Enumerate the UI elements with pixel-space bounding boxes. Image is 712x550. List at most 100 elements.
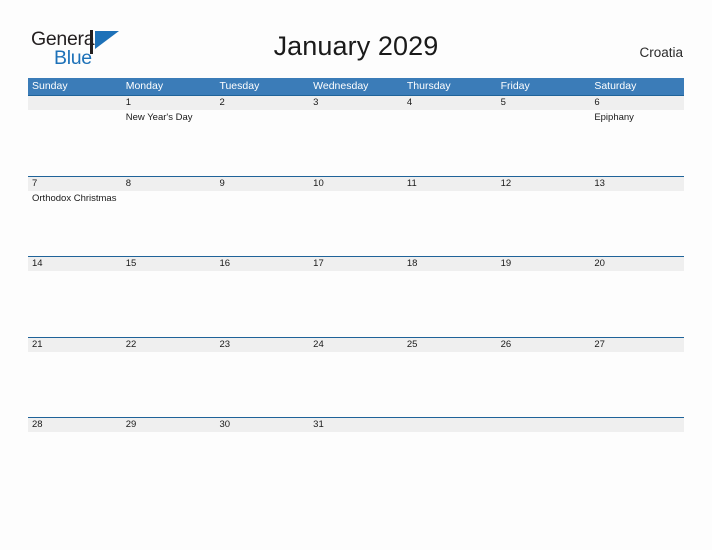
day-cell[interactable]: 19	[496, 257, 591, 337]
day-cell[interactable]: 10	[309, 176, 403, 257]
day-cell[interactable]: 27	[590, 337, 685, 418]
day-body	[121, 190, 216, 257]
week-row: 7 Orthodox Christmas 8 9 10 11 12 13	[28, 175, 685, 257]
day-body	[402, 110, 497, 176]
day-cell[interactable]: 23	[215, 337, 310, 418]
day-cell[interactable]	[496, 418, 591, 498]
day-cell[interactable]: 28	[28, 418, 122, 498]
day-body: Epiphany	[590, 110, 685, 176]
week-row: 14 15 16 17 18 19 20	[28, 256, 685, 337]
day-number	[590, 418, 685, 433]
weekday-monday: Monday	[125, 80, 164, 92]
day-cell[interactable]: 18	[402, 257, 497, 337]
day-cell[interactable]: 15	[121, 257, 216, 337]
calendar-grid: Sunday Monday Tuesday Wednesday Thursday…	[28, 78, 685, 498]
day-body	[309, 110, 403, 176]
day-number: 7	[28, 176, 122, 191]
day-number: 3	[309, 96, 403, 110]
day-body	[121, 432, 216, 498]
day-body	[590, 271, 685, 337]
day-body	[215, 190, 310, 257]
day-number: 6	[590, 96, 685, 110]
day-cell[interactable]	[402, 418, 497, 498]
week-row: 28 29 30 31	[28, 417, 685, 498]
day-body	[309, 190, 403, 257]
day-number: 1	[121, 96, 216, 110]
day-cell[interactable]	[28, 96, 122, 176]
day-number: 11	[402, 176, 497, 191]
day-body	[28, 271, 122, 337]
day-cell[interactable]: 24	[309, 337, 403, 418]
weekday-saturday: Saturday	[594, 80, 637, 92]
day-cell[interactable]: 20	[590, 257, 685, 337]
day-number: 16	[215, 257, 310, 272]
day-number: 10	[309, 176, 403, 191]
page-title: January 2029	[273, 31, 439, 61]
weekday-friday: Friday	[500, 80, 530, 92]
event-label: Epiphany	[594, 112, 634, 123]
day-cell[interactable]: 29	[121, 418, 216, 498]
day-number: 14	[28, 257, 122, 272]
day-cell[interactable]: 3	[309, 96, 403, 176]
day-cell[interactable]: 21	[28, 337, 122, 418]
page-header: General Blue January 2029 Croatia	[0, 0, 712, 76]
day-body	[590, 351, 685, 418]
weekday-thursday: Thursday	[406, 80, 451, 92]
day-body	[402, 190, 497, 257]
day-cell[interactable]: 9	[215, 176, 310, 257]
day-cell[interactable]: 30	[215, 418, 310, 498]
day-number	[496, 418, 591, 433]
day-cell[interactable]: 4	[402, 96, 497, 176]
day-body	[402, 432, 497, 498]
day-number: 29	[121, 418, 216, 433]
day-body	[590, 190, 685, 257]
day-cell[interactable]: 2	[215, 96, 310, 176]
day-cell[interactable]	[590, 418, 685, 498]
day-number: 18	[402, 257, 497, 272]
day-body	[402, 351, 497, 418]
day-cell[interactable]: 31	[309, 418, 403, 498]
day-body	[215, 351, 310, 418]
day-cell[interactable]: 5	[496, 96, 591, 176]
day-cell[interactable]: 8	[121, 176, 216, 257]
day-body	[215, 432, 310, 498]
event-label: Orthodox Christmas	[32, 192, 117, 204]
day-body	[496, 432, 591, 498]
day-body	[215, 110, 310, 176]
day-body	[402, 271, 497, 337]
day-number: 9	[215, 176, 310, 191]
day-body	[309, 351, 403, 418]
day-body	[309, 432, 403, 498]
day-cell[interactable]: 17	[309, 257, 403, 337]
day-cell[interactable]: 12	[496, 176, 591, 257]
day-body	[590, 432, 685, 498]
week-row: 21 22 23 24 25 26 27	[28, 336, 685, 418]
day-body	[215, 271, 310, 337]
day-cell[interactable]: 22	[121, 337, 216, 418]
day-cell[interactable]: 14	[28, 257, 122, 337]
weekday-sunday: Sunday	[32, 80, 68, 92]
day-cell[interactable]: 16	[215, 257, 310, 337]
day-number: 24	[309, 337, 403, 352]
event-label: New Year's Day	[125, 112, 193, 123]
day-cell[interactable]: 1 New Year's Day	[121, 96, 216, 176]
day-cell[interactable]: 11	[402, 176, 497, 257]
day-cell[interactable]: 6 Epiphany	[590, 96, 685, 176]
day-cell[interactable]: 25	[402, 337, 497, 418]
day-cell[interactable]: 7 Orthodox Christmas	[28, 176, 122, 257]
day-number: 28	[28, 418, 122, 433]
day-body: Orthodox Christmas	[28, 190, 122, 257]
day-body	[28, 432, 122, 498]
weekday-tuesday: Tuesday	[219, 80, 260, 92]
day-number: 8	[121, 176, 216, 191]
day-cell[interactable]: 13	[590, 176, 685, 257]
day-cell[interactable]: 26	[496, 337, 591, 418]
weekday-header-row: Sunday Monday Tuesday Wednesday Thursday…	[28, 78, 684, 95]
weekday-wednesday: Wednesday	[313, 80, 369, 92]
day-number: 23	[215, 337, 310, 352]
day-body	[28, 110, 122, 176]
day-number	[28, 96, 122, 110]
day-body	[121, 351, 216, 418]
region-label: Croatia	[639, 45, 683, 60]
day-number	[402, 418, 497, 433]
